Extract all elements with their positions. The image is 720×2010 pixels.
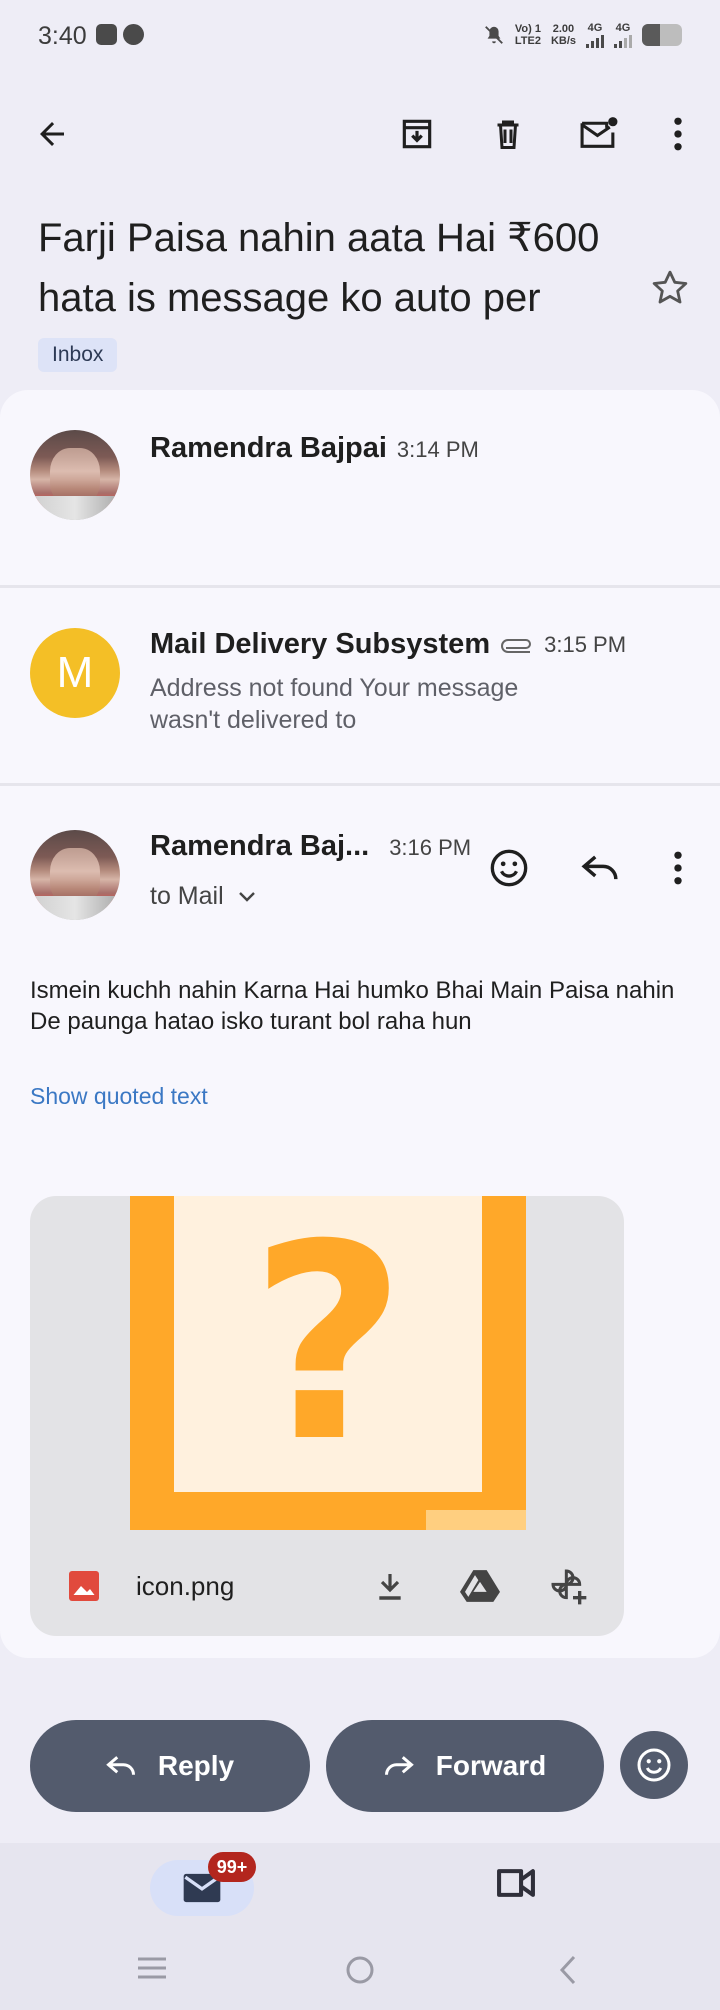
- back-button[interactable]: [24, 106, 80, 162]
- home-button[interactable]: [344, 1954, 376, 1991]
- avatar: M: [30, 628, 120, 718]
- message-more-button[interactable]: [650, 840, 706, 896]
- divider: [0, 783, 720, 786]
- status-time: 3:40: [38, 22, 87, 50]
- reply-icon: [581, 855, 618, 880]
- emoji-reaction-button[interactable]: [620, 1731, 688, 1799]
- add-reaction-button[interactable]: [481, 840, 537, 896]
- message-time: 3:16 PM: [389, 835, 472, 860]
- recipient-details-toggle[interactable]: to Mail: [150, 882, 256, 911]
- reply-button[interactable]: [572, 840, 628, 896]
- sender-name: Ramendra Baj...: [150, 830, 370, 862]
- arrow-left-icon: [40, 122, 64, 146]
- status-notification-icons: [96, 24, 144, 45]
- mark-unread-button[interactable]: [571, 106, 627, 162]
- forward-icon: [384, 1756, 414, 1775]
- more-vertical-icon: [674, 117, 682, 151]
- mail-unread-icon: [580, 117, 618, 148]
- star-button[interactable]: [650, 268, 690, 313]
- message-snippet: Address not found Your message wasn't de…: [150, 674, 519, 734]
- message-time: 3:15 PM: [544, 631, 627, 657]
- divider: [0, 585, 720, 588]
- trash-icon: [497, 120, 519, 149]
- recent-apps-button[interactable]: [136, 1956, 168, 1985]
- attachment-preview[interactable]: ?: [130, 1196, 526, 1530]
- attachment-card[interactable]: ? icon.png: [30, 1196, 624, 1636]
- menu-lines-icon: [138, 1957, 166, 1979]
- nav-meet-tab[interactable]: [494, 1866, 538, 1905]
- chevron-down-icon: [238, 891, 255, 902]
- recipient-text: to Mail: [150, 882, 224, 910]
- delete-button[interactable]: [480, 106, 536, 162]
- circle-home-icon: [346, 1956, 374, 1984]
- message-row-collapsed[interactable]: Ramendra Bajpai 3:14 PM: [0, 412, 720, 582]
- message-time: 3:14 PM: [396, 437, 479, 462]
- archive-button[interactable]: [389, 106, 445, 162]
- avatar: [30, 430, 120, 520]
- save-to-drive-button[interactable]: [452, 1558, 508, 1614]
- inbox-label-chip[interactable]: Inbox: [38, 338, 118, 372]
- sender-name: Mail Delivery Subsystem: [150, 628, 491, 660]
- page-fold: [426, 1510, 526, 1530]
- avatar: [30, 830, 120, 920]
- smiley-icon: [490, 849, 528, 887]
- signal-1-label: 4G: [587, 22, 603, 34]
- reply-label: Reply: [157, 1750, 235, 1781]
- archive-icon: [402, 119, 432, 149]
- sender-name: Ramendra Bajpai: [150, 432, 387, 464]
- signal-bars-icon: [614, 34, 632, 48]
- reply-icon: [106, 1756, 135, 1775]
- signal-bars-icon: [586, 34, 604, 48]
- video-camera-icon: [497, 1869, 535, 1897]
- message-body: Ismein kuchh nahin Karna Hai humko Bhai …: [30, 977, 675, 1035]
- forward-action-button[interactable]: Forward: [326, 1720, 604, 1812]
- email-subject: Farji Paisa nahin aata Hai ₹600 hata is …: [38, 216, 600, 320]
- more-vertical-icon: [674, 851, 682, 885]
- attachment-filename: icon.png: [136, 1571, 235, 1601]
- volte-indicator: Vo) 1 LTE2: [514, 23, 541, 47]
- more-options-button[interactable]: [650, 106, 706, 162]
- signal-1: 4G: [586, 22, 604, 48]
- add-to-photos-button[interactable]: [540, 1558, 596, 1614]
- call-icon: [96, 24, 117, 45]
- question-mark-glyph: ?: [249, 1196, 407, 1501]
- signal-2-label: 4G: [615, 22, 631, 34]
- attachment-clip-icon: [501, 638, 532, 653]
- download-icon: [379, 1574, 401, 1600]
- message-row-collapsed[interactable]: M Mail Delivery Subsystem 3:15 PM Addres…: [0, 600, 720, 780]
- chevron-left-icon: [559, 1955, 576, 1985]
- pinwheel-add-icon: [551, 1569, 587, 1605]
- reply-action-button[interactable]: Reply: [30, 1720, 310, 1812]
- forward-label: Forward: [435, 1750, 547, 1781]
- download-attachment-button[interactable]: [362, 1558, 418, 1614]
- drive-icon: [460, 1570, 500, 1602]
- status-right-icons: Vo) 1 LTE2 2.00 KB/s 4G 4G: [483, 22, 682, 48]
- mute-icon: [484, 26, 503, 44]
- image-file-icon: [66, 1568, 102, 1609]
- network-speed: 2.00 KB/s: [550, 23, 576, 47]
- whatsapp-icon: [123, 24, 144, 45]
- smiley-icon: [637, 1748, 671, 1782]
- star-icon: [652, 270, 688, 304]
- show-quoted-text-link[interactable]: Show quoted text: [30, 1083, 208, 1110]
- signal-2: 4G: [614, 22, 632, 48]
- system-back-button[interactable]: [556, 1954, 580, 1991]
- battery-icon: [642, 24, 682, 46]
- unread-count-badge: 99+: [208, 1852, 256, 1882]
